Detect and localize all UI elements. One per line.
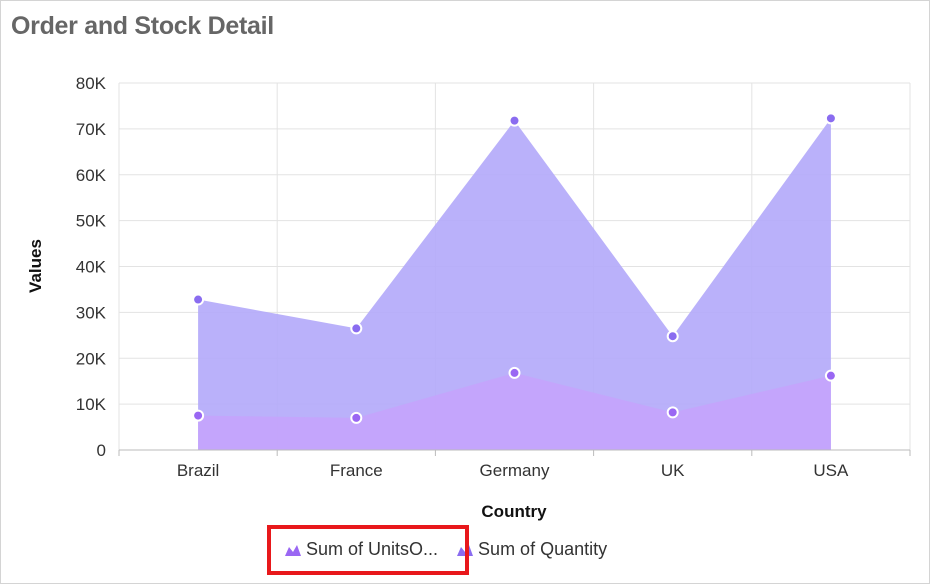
data-point-quantity [192, 293, 205, 306]
legend-label-quantity: Sum of Quantity [478, 539, 608, 559]
x-tick-label: Brazil [177, 461, 220, 480]
data-point-quantity [350, 322, 363, 335]
y-tick-label: 70K [76, 120, 107, 139]
x-tick-label: UK [661, 461, 685, 480]
y-tick-label: 40K [76, 258, 107, 277]
y-axis-title: Values [26, 239, 45, 293]
y-tick-label: 10K [76, 395, 107, 414]
y-tick-label: 60K [76, 166, 107, 185]
data-point-quantity [508, 114, 521, 127]
x-tick-label: France [330, 461, 383, 480]
data-point-quantity [666, 330, 679, 343]
chart-widget: Order and Stock Detail 0 10K 20K 30K 40K 50K 6… [0, 0, 930, 584]
x-tick-label: USA [813, 461, 849, 480]
data-point-units [508, 366, 521, 379]
y-tick-label: 80K [76, 74, 107, 93]
y-tick-label: 30K [76, 303, 107, 322]
area-chart: 0 10K 20K 30K 40K 50K 60K 70K 80K Brazil France Ger… [26, 74, 911, 521]
y-tick-label: 50K [76, 212, 107, 231]
y-tick-label: 0 [97, 441, 106, 460]
legend-item-quantity[interactable]: Sum of Quantity [456, 539, 607, 560]
data-point-units [666, 406, 679, 419]
x-tick-label: Germany [480, 461, 550, 480]
chart-series [198, 118, 831, 450]
legend-highlight-box [267, 525, 469, 575]
data-point-quantity [824, 112, 837, 125]
x-axis-title: Country [481, 502, 547, 521]
data-point-units [350, 411, 363, 424]
y-tick-label: 20K [76, 349, 107, 368]
data-point-units [824, 369, 837, 382]
data-point-units [192, 409, 205, 422]
